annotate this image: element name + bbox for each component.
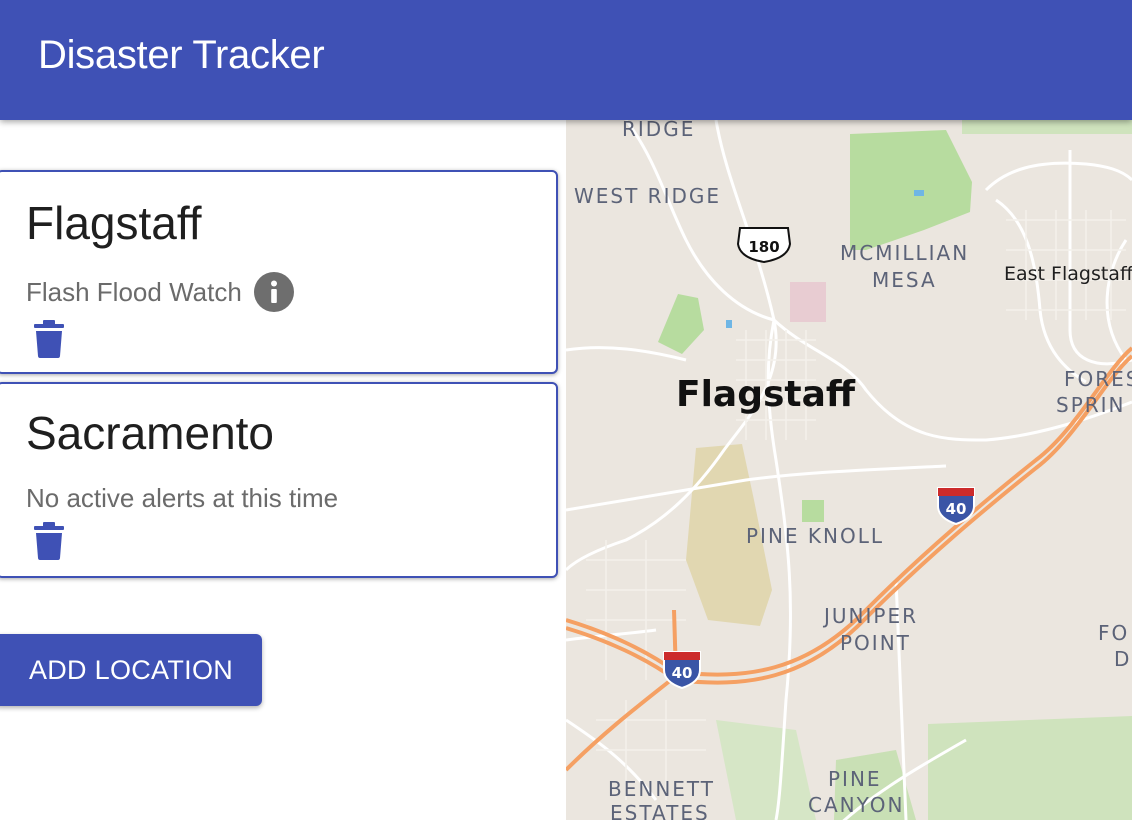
map-label-fort-2: D — [1114, 647, 1131, 671]
water-feature — [726, 320, 732, 328]
map-label-canyon: CANYON — [808, 793, 904, 817]
map-label-point: POINT — [840, 631, 911, 655]
map-label-bennett: BENNETT — [608, 777, 715, 801]
map-label-west-ridge: WEST RIDGE — [574, 184, 721, 208]
map-label-city: Flagstaff — [676, 374, 856, 415]
map-label-pine-knoll: PINE KNOLL — [746, 524, 884, 548]
add-location-button[interactable]: ADD LOCATION — [0, 634, 262, 706]
alert-status: Flash Flood Watch — [26, 272, 294, 312]
hospital-area — [790, 282, 826, 322]
info-icon[interactable] — [253, 272, 294, 312]
app-bar: Disaster Tracker — [0, 0, 1132, 120]
i40-shield-label: 40 — [946, 500, 967, 518]
trash-icon[interactable] — [34, 522, 64, 560]
park-area — [962, 120, 1132, 134]
alert-status-text: No active alerts at this time — [26, 483, 339, 513]
map-label-ridge: RIDGE — [622, 120, 695, 141]
park-area — [928, 716, 1132, 820]
location-card: Flagstaff Flash Flood Watch — [0, 170, 558, 374]
us-180-shield-icon: 180 — [736, 227, 792, 264]
map-label-east-flagstaff: East Flagstaff — [1004, 263, 1132, 285]
i40-shield-icon: 40 — [937, 487, 975, 526]
trash-icon[interactable] — [34, 320, 64, 358]
map-canvas[interactable]: RIDGE WEST RIDGE MCMILLIAN MESA East Fla… — [566, 120, 1132, 820]
map-label-pine: PINE — [828, 767, 882, 791]
map-label-mcmillian: MCMILLIAN — [840, 241, 969, 265]
i40-shield-icon: 40 — [663, 651, 701, 690]
map-view[interactable]: RIDGE WEST RIDGE MCMILLIAN MESA East Fla… — [566, 120, 1132, 820]
map-label-estates: ESTATES — [610, 801, 710, 820]
alert-status: No active alerts at this time — [26, 482, 338, 514]
park-area — [802, 500, 824, 522]
location-name: Flagstaff — [26, 197, 202, 249]
i40-shield-label: 40 — [672, 664, 693, 682]
map-label-juniper: JUNIPER — [822, 604, 918, 628]
map-label-fort: FO — [1098, 621, 1129, 645]
app-title: Disaster Tracker — [38, 33, 325, 77]
map-label-forest-springs-2: SPRIN — [1056, 393, 1126, 417]
map-label-forest-springs: FORES — [1064, 367, 1132, 391]
water-feature — [914, 190, 924, 196]
us-180-shield-label: 180 — [748, 238, 779, 256]
location-sidebar: Flagstaff Flash Flood Watch Sacramento N… — [0, 120, 566, 820]
alert-status-text: Flash Flood Watch — [26, 277, 242, 307]
map-label-mesa: MESA — [872, 268, 937, 292]
location-name: Sacramento — [26, 407, 275, 459]
location-card: Sacramento No active alerts at this time — [0, 382, 558, 578]
